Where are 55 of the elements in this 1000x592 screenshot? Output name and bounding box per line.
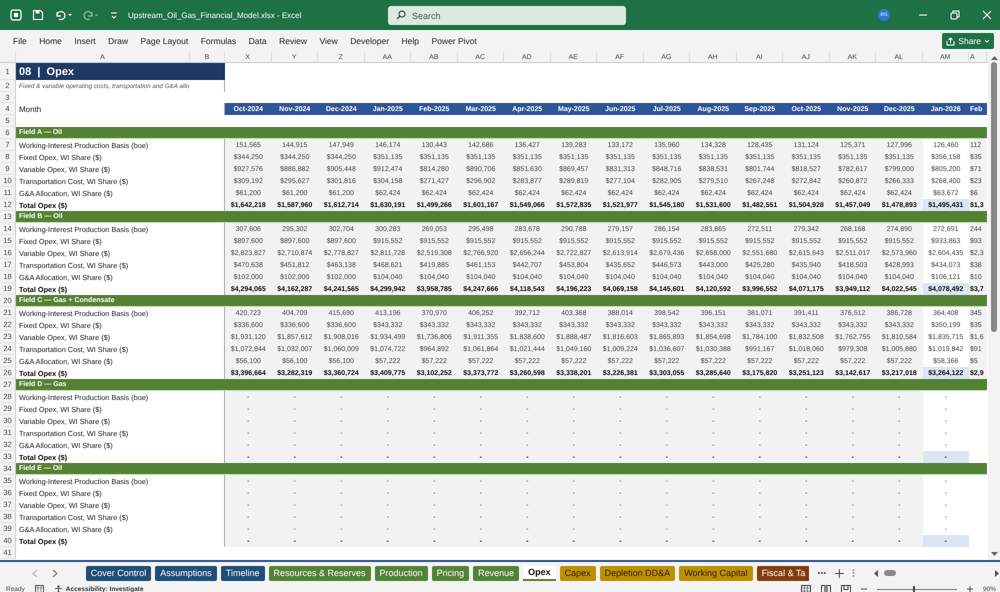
add-sheet-icon[interactable] bbox=[835, 568, 844, 578]
sheet-tab[interactable]: Resources & Reserves bbox=[268, 566, 371, 580]
accessibility-icon[interactable] bbox=[54, 584, 63, 592]
save-icon[interactable] bbox=[32, 9, 44, 21]
macro-recording-icon[interactable] bbox=[34, 585, 44, 592]
scroll-down-icon[interactable] bbox=[990, 552, 998, 557]
sheet-tab[interactable]: Production bbox=[374, 566, 428, 580]
restore-icon[interactable] bbox=[950, 10, 960, 20]
sheet-tab[interactable]: Pricing bbox=[432, 566, 470, 580]
caret-icon bbox=[984, 38, 990, 44]
sheet-tab[interactable]: Depletion DD&A bbox=[600, 566, 676, 580]
sheet-tab[interactable]: Revenue bbox=[473, 566, 520, 580]
next-sheet-icon[interactable] bbox=[52, 568, 58, 578]
menu-tab[interactable]: Page Layout bbox=[140, 36, 188, 46]
sheet-tab[interactable]: Cover Control bbox=[86, 566, 152, 580]
undo-icon[interactable] bbox=[54, 9, 72, 21]
scrollbar-thumb[interactable] bbox=[991, 62, 997, 332]
menu-tab[interactable]: Developer bbox=[350, 36, 390, 46]
normal-view-icon[interactable] bbox=[800, 584, 811, 592]
menu-tab[interactable]: Review bbox=[279, 36, 308, 46]
zoom-out-icon[interactable] bbox=[860, 586, 867, 592]
scrollbar-thumb[interactable] bbox=[884, 570, 896, 576]
search-icon bbox=[396, 10, 406, 20]
sheet-tab[interactable]: Timeline bbox=[220, 566, 264, 580]
share-icon bbox=[946, 36, 956, 46]
share-button[interactable]: Share bbox=[942, 33, 994, 49]
sheet-tab[interactable]: Assumptions bbox=[155, 566, 217, 580]
sheet-tab[interactable]: Opex bbox=[523, 566, 556, 580]
menu-tab[interactable]: Formulas bbox=[200, 36, 236, 46]
menu-tab[interactable]: Data bbox=[248, 36, 267, 46]
close-icon[interactable] bbox=[982, 10, 992, 20]
autosave-icon[interactable] bbox=[10, 9, 22, 21]
menu-tab[interactable]: Insert bbox=[74, 36, 96, 46]
scroll-right-icon[interactable] bbox=[995, 570, 1000, 576]
sheet-tab[interactable]: Working Capital bbox=[679, 566, 753, 580]
page-break-icon[interactable] bbox=[840, 584, 851, 592]
zoom-in-icon[interactable] bbox=[966, 586, 973, 592]
customize-icon[interactable] bbox=[110, 11, 118, 19]
redo-icon[interactable] bbox=[82, 9, 100, 21]
sheet-tab[interactable]: Capex bbox=[560, 566, 596, 580]
splitter-icon[interactable] bbox=[852, 568, 855, 578]
menu-tab[interactable]: Draw bbox=[108, 36, 128, 46]
menu-tab[interactable]: Power Pivot bbox=[432, 36, 477, 46]
sheet-tab[interactable]: Fiscal & Ta bbox=[756, 566, 810, 580]
menu-tab[interactable]: Home bbox=[39, 36, 62, 46]
scroll-up-icon[interactable] bbox=[990, 55, 998, 60]
menu-tab[interactable]: File bbox=[13, 36, 27, 46]
page-layout-icon[interactable] bbox=[820, 584, 831, 592]
menu-tab[interactable]: View bbox=[320, 36, 338, 46]
more-sheets-icon[interactable] bbox=[817, 571, 828, 575]
sheet-title: 08 | Opex bbox=[16, 63, 225, 80]
scroll-left-icon[interactable] bbox=[872, 570, 878, 576]
menu-tab[interactable]: Help bbox=[402, 36, 420, 46]
window-title: Upstream_Oil_Gas_Financial_Model.xlsx - Excel bbox=[128, 10, 302, 20]
search-field[interactable]: Search bbox=[388, 6, 626, 25]
